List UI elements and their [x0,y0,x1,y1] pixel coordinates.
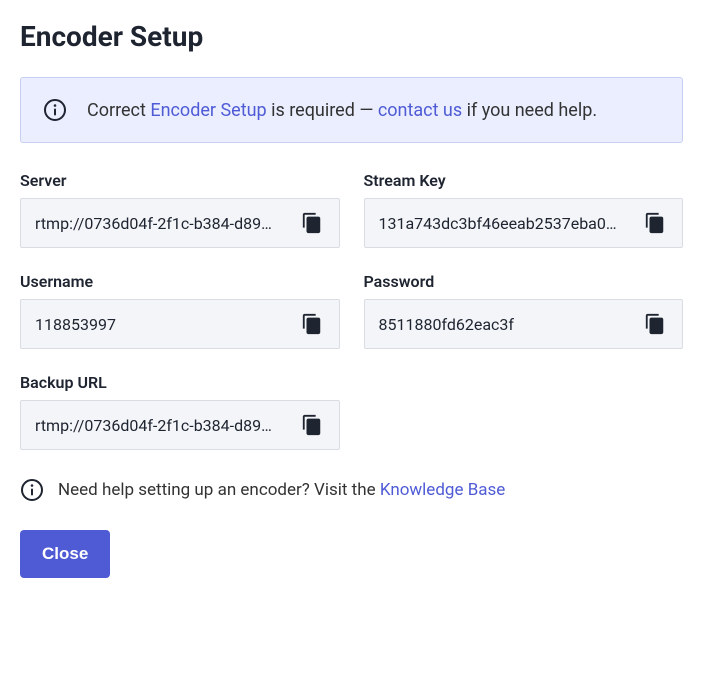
password-label: Password [364,272,684,291]
backup-url-value-row: rtmp://0736d04f-2f1c-b384-d89… [20,400,340,450]
server-value: rtmp://0736d04f-2f1c-b384-d89… [35,214,291,233]
info-text-part: if you need help. [462,100,597,121]
copy-icon [301,414,323,436]
backup-url-label: Backup URL [20,373,340,392]
password-value-row: 8511880fd62eac3f [364,299,684,349]
contact-us-link[interactable]: contact us [378,100,462,121]
stream-key-label: Stream Key [364,171,684,190]
help-text-prefix: Need help setting up an encoder? Visit t… [58,480,380,500]
info-icon [43,98,67,122]
username-value: 118853997 [35,315,291,334]
info-text-part: Correct [87,100,150,121]
server-value-row: rtmp://0736d04f-2f1c-b384-d89… [20,198,340,248]
close-button[interactable]: Close [20,530,110,578]
backup-url-value: rtmp://0736d04f-2f1c-b384-d89… [35,416,291,435]
password-value: 8511880fd62eac3f [379,315,635,334]
username-label: Username [20,272,340,291]
info-icon [20,478,44,502]
encoder-setup-link[interactable]: Encoder Setup [150,100,266,121]
server-label: Server [20,171,340,190]
copy-stream-key-button[interactable] [642,210,668,236]
stream-key-field: Stream Key 131a743dc3bf46eeab2537eba0… [364,171,684,248]
copy-server-button[interactable] [299,210,325,236]
page-title: Encoder Setup [20,20,683,53]
info-banner-text: Correct Encoder Setup is required — cont… [87,100,597,121]
copy-username-button[interactable] [299,311,325,337]
info-banner: Correct Encoder Setup is required — cont… [20,77,683,143]
copy-icon [301,313,323,335]
knowledge-base-link[interactable]: Knowledge Base [380,480,505,500]
server-field: Server rtmp://0736d04f-2f1c-b384-d89… [20,171,340,248]
backup-url-field: Backup URL rtmp://0736d04f-2f1c-b384-d89… [20,373,340,450]
help-row: Need help setting up an encoder? Visit t… [20,478,683,502]
username-value-row: 118853997 [20,299,340,349]
copy-backup-url-button[interactable] [299,412,325,438]
username-field: Username 118853997 [20,272,340,349]
help-text: Need help setting up an encoder? Visit t… [58,480,505,500]
stream-key-value-row: 131a743dc3bf46eeab2537eba0… [364,198,684,248]
copy-icon [644,212,666,234]
password-field: Password 8511880fd62eac3f [364,272,684,349]
copy-password-button[interactable] [642,311,668,337]
stream-key-value: 131a743dc3bf46eeab2537eba0… [379,214,635,233]
info-text-part: is required — [267,100,378,121]
copy-icon [644,313,666,335]
copy-icon [301,212,323,234]
